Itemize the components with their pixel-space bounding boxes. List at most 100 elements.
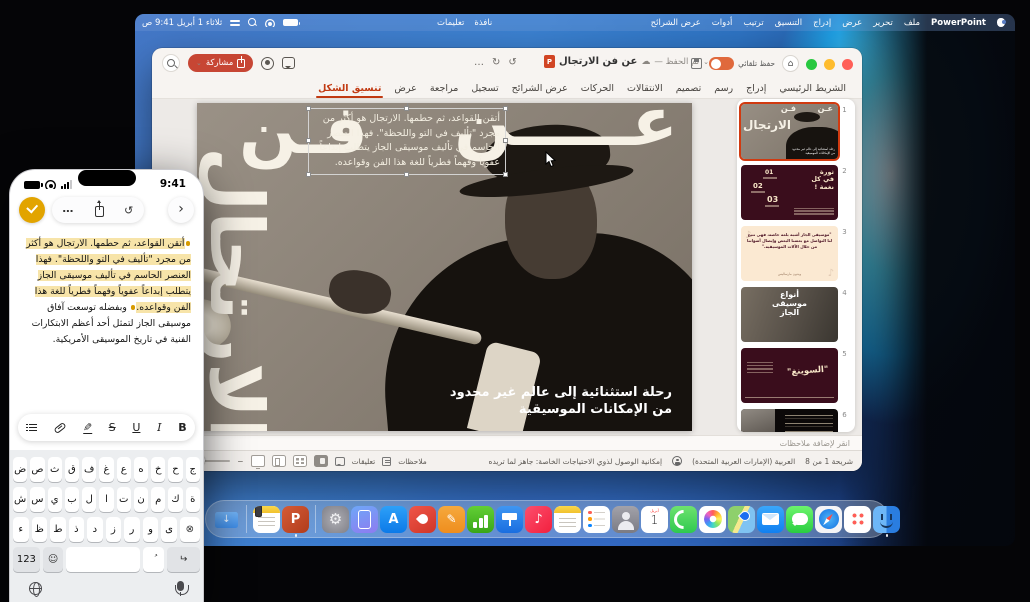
more-button[interactable]: … xyxy=(62,202,74,215)
key[interactable]: ص xyxy=(30,457,44,482)
dock-music-icon[interactable]: ♪ xyxy=(525,506,552,533)
highlighter-icon[interactable]: ✎ xyxy=(83,422,92,434)
record-icon[interactable] xyxy=(261,57,274,70)
tab-review[interactable]: مراجعة xyxy=(430,80,459,97)
tab-insert[interactable]: إدراج xyxy=(746,80,766,97)
dock-messages-icon[interactable] xyxy=(786,506,813,533)
notes-button[interactable]: ملاحظات xyxy=(398,457,427,466)
resize-handle[interactable] xyxy=(503,138,508,143)
tab-draw[interactable]: رسم xyxy=(714,80,733,97)
menu-help[interactable]: تعليمات xyxy=(437,18,464,28)
menu-edit[interactable]: تحرير xyxy=(873,18,893,28)
menu-tools[interactable]: أدوات xyxy=(712,18,733,28)
accessibility-status[interactable]: إمكانية الوصول لذوي الاحتياجات الخاصة: ج… xyxy=(489,457,663,466)
key[interactable]: ح xyxy=(168,457,182,482)
key[interactable]: و xyxy=(143,517,159,542)
menu-view[interactable]: عرض xyxy=(842,18,862,28)
key[interactable]: ه xyxy=(134,457,148,482)
slide-canvas[interactable]: عـــــن فـن الارتجال أتقن xyxy=(197,103,692,431)
key[interactable]: ف xyxy=(82,457,96,482)
resize-handle[interactable] xyxy=(306,106,311,111)
key[interactable]: ي xyxy=(48,487,62,512)
slide-thumbnail-2[interactable]: ثورة في كل نغمة ! 01 02 03 xyxy=(741,165,838,220)
menu-arrange[interactable]: ترتيب xyxy=(743,18,763,28)
dock-contacts-icon[interactable] xyxy=(612,506,639,533)
dock-numbers-icon[interactable] xyxy=(467,506,494,533)
key[interactable]: س xyxy=(30,487,44,512)
menu-slideshow[interactable]: عرض الشرائح xyxy=(651,18,701,28)
globe-key-icon[interactable] xyxy=(29,582,42,595)
menu-bar-clock[interactable]: ثلاثاء 1 أبريل 9:41 ص xyxy=(142,18,222,28)
redo-icon[interactable]: ↻ xyxy=(124,204,133,217)
notes-placeholder[interactable]: انقر لإضافة ملاحظات xyxy=(780,439,850,448)
apple-logo-icon[interactable] xyxy=(997,18,1005,27)
dock-reminders-icon[interactable] xyxy=(583,506,610,533)
slideshow-view-button[interactable] xyxy=(251,455,265,467)
more-options-button[interactable]: … xyxy=(474,57,484,68)
control-center-icon[interactable] xyxy=(230,19,240,27)
key[interactable]: ق xyxy=(65,457,79,482)
dock-photos-icon[interactable] xyxy=(699,506,726,533)
menu-insert[interactable]: إدراج xyxy=(813,18,831,28)
key[interactable]: ج xyxy=(186,457,200,482)
resize-handle[interactable] xyxy=(306,138,311,143)
dock-phone-icon[interactable] xyxy=(670,506,697,533)
key[interactable]: ز xyxy=(106,517,122,542)
list-icon[interactable] xyxy=(26,424,37,432)
key[interactable]: ت xyxy=(117,487,131,512)
key[interactable]: ك xyxy=(168,487,182,512)
done-check-button[interactable] xyxy=(19,197,45,223)
slide-body-text[interactable]: أتقن القواعد، ثم حطمها. الارتجال هو أكثر… xyxy=(314,112,500,171)
backspace-key-icon[interactable] xyxy=(180,517,200,542)
resize-handle[interactable] xyxy=(306,172,311,177)
notes-pane[interactable]: انقر لإضافة ملاحظات xyxy=(152,435,862,450)
key[interactable]: ذ xyxy=(69,517,85,542)
dock-pen-app-icon[interactable]: ✎ xyxy=(438,506,465,533)
battery-icon[interactable] xyxy=(283,19,298,26)
dock-rocket-app-icon[interactable] xyxy=(409,506,436,533)
spotlight-icon[interactable] xyxy=(248,18,257,27)
close-traffic-light[interactable] xyxy=(842,59,853,70)
reading-view-button[interactable] xyxy=(272,455,286,467)
strikethrough-button[interactable]: S xyxy=(109,421,116,434)
slide-thumbnail-4[interactable]: أنواع موسيقى الجاز xyxy=(741,287,838,342)
dock-app-store-icon[interactable]: A xyxy=(380,506,407,533)
key[interactable]: ض xyxy=(13,457,27,482)
resize-handle[interactable] xyxy=(503,172,508,177)
dock-notes-clipped-icon[interactable] xyxy=(253,506,280,533)
dock-finder-icon[interactable] xyxy=(873,506,900,533)
tab-home[interactable]: الشريط الرئيسي xyxy=(779,80,846,97)
dock-keynote-icon[interactable] xyxy=(496,506,523,533)
dock-safari-icon[interactable] xyxy=(815,506,842,533)
forward-chevron-button[interactable]: › xyxy=(168,197,194,223)
dock-iphone-mirroring-icon[interactable] xyxy=(351,506,378,533)
share-icon[interactable] xyxy=(95,206,104,217)
menu-app-name[interactable]: PowerPoint xyxy=(931,18,986,28)
dock-notes-icon[interactable] xyxy=(554,506,581,533)
undo-button[interactable]: ↺ xyxy=(508,57,516,68)
tab-shape-format[interactable]: تنسيق الشكل xyxy=(318,80,381,97)
key[interactable]: م xyxy=(151,487,165,512)
zoom-traffic-light[interactable] xyxy=(806,59,817,70)
iphone-document-text[interactable]: أتقن القواعد، ثم حطمها. الارتجال هو أكثر… xyxy=(20,236,191,348)
dock-calendar-icon[interactable]: أبريل1 xyxy=(641,506,668,533)
slide-thumbnail-6[interactable] xyxy=(741,409,838,432)
underline-button[interactable]: U xyxy=(132,421,140,434)
tab-design[interactable]: تصميم xyxy=(676,80,702,97)
key[interactable]: ث xyxy=(48,457,62,482)
slide-subtitle[interactable]: رحلة استثنائية إلى عالم غير محدود من الإ… xyxy=(450,384,672,419)
dock-powerpoint-icon[interactable]: P xyxy=(282,506,309,533)
resize-handle[interactable] xyxy=(503,106,508,111)
slide-thumbnail-1[interactable]: عـن فـن الارتجال رحلة استثنائية إلى عالم… xyxy=(741,104,838,159)
return-key-icon[interactable] xyxy=(167,547,200,572)
resize-handle[interactable] xyxy=(404,172,409,177)
key[interactable]: د xyxy=(87,517,103,542)
resize-handle[interactable] xyxy=(404,106,409,111)
key[interactable]: ا xyxy=(99,487,113,512)
dock-app-library-icon[interactable] xyxy=(844,506,871,533)
tab-transitions[interactable]: الانتقالات xyxy=(627,80,663,97)
dictation-mic-icon[interactable] xyxy=(177,581,184,591)
emoji-key-icon[interactable] xyxy=(43,547,64,572)
key[interactable]: ب xyxy=(65,487,79,512)
search-icon[interactable] xyxy=(162,54,180,72)
